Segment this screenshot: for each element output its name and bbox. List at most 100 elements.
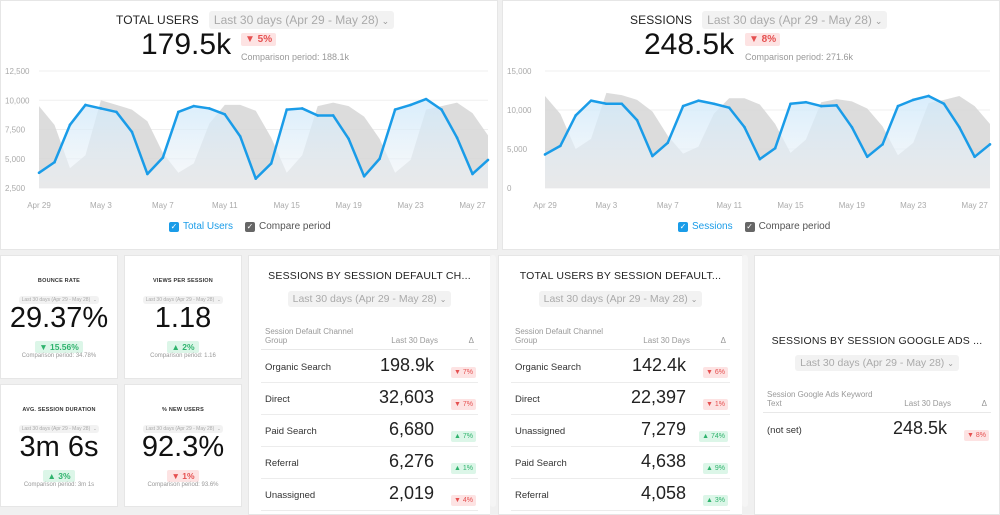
y-tick-label: 10,000 [507,106,532,115]
data-point [146,172,149,176]
delta-badge: ▼ 7% [451,367,476,378]
column-header[interactable]: Δ [721,336,726,345]
x-tick-label: May 23 [397,201,424,210]
table-row[interactable]: Organic Search 198.9k ▼ 7% [261,351,478,383]
data-point [285,108,289,111]
row-value: 6,276 [388,451,434,471]
date-range-dropdown[interactable]: Last 30 days (Apr 29 - May 28) ⌄ [208,11,395,29]
column-header[interactable]: Δ [982,399,987,408]
delta-badge: ▲ 74% [699,431,728,442]
data-point [208,107,211,110]
data-point [727,106,731,109]
data-point [988,143,992,146]
delta-badge: ▲ 3% [703,495,728,506]
column-header[interactable]: Last 30 Days [643,336,690,345]
date-range-dropdown[interactable]: Last 30 days (Apr 29 - May 28) ⌄ [795,355,959,371]
x-tick-label: May 7 [152,201,174,210]
row-label: Direct [515,394,540,405]
row-label: Paid Search [265,426,317,437]
legend-item-total-users[interactable]: ✓ Total Users [169,221,233,232]
data-point [589,99,593,102]
legend-label: Total Users [183,221,234,232]
data-point [53,160,56,164]
data-point [68,123,72,127]
delta-badge: ▼ 5% [241,33,277,46]
kpi-card-bounce-rate: BOUNCE RATE Last 30 days (Apr 29 - May 2… [0,255,118,379]
data-point [316,114,319,117]
data-point [161,156,165,159]
comparison-text: Comparison period: 1.16 [150,353,216,359]
column-header[interactable]: Session Google Ads Keyword Text [767,390,877,408]
row-value: 4,058 [640,483,686,503]
x-tick-label: May 15 [274,201,301,210]
table-row[interactable]: Direct 22,397 ▼ 1% [511,383,730,415]
y-tick-label: 2,500 [5,184,26,193]
y-tick-label: 5,000 [5,155,26,164]
legend-label: Compare period [758,221,831,232]
table-row[interactable]: Direct 32,603 ▼ 7% [261,383,478,415]
table-row[interactable]: (not set) 248.5k ▼ 8% [763,414,991,446]
column-header[interactable]: Δ [469,336,474,345]
row-value: 4,638 [640,451,686,471]
table-row[interactable]: Referral 6,276 ▲ 1% [261,447,478,479]
date-range-label: Last 30 days (Apr 29 - May 28) [543,293,688,305]
data-point [378,157,381,161]
data-point [666,141,670,145]
data-point [223,112,227,116]
delta-badge: ▼ 8% [964,430,989,441]
legend-item-compare-period[interactable]: ✓ Compare period [744,221,831,232]
x-tick-label: Apr 29 [533,201,557,210]
date-range-label: Last 30 days (Apr 29 - May 28) [213,13,379,27]
data-point [789,102,792,106]
legend-item-compare-period[interactable]: ✓ Compare period [245,221,331,232]
data-point [347,137,350,141]
x-tick-label: May 27 [962,201,989,210]
column-header[interactable]: Session Default Channel Group [515,327,625,345]
x-tick-label: May 27 [459,201,486,210]
data-point [773,146,777,150]
x-tick-label: Apr 29 [27,201,51,210]
checkbox-checked-icon: ✓ [245,221,256,232]
data-point [850,125,854,129]
table-row[interactable]: Paid Search 4,638 ▲ 9% [511,447,730,479]
data-point [942,102,946,106]
delta-badge: ▲ 2% [167,341,199,353]
sessions-by-ads-keyword-table: SESSIONS BY SESSION GOOGLE ADS ... Last … [754,255,1000,515]
table-row[interactable]: Unassigned 7,279 ▲ 74% [511,415,730,447]
date-range-dropdown[interactable]: Last 30 days (Apr 29 - May 28) ⌄ [538,291,703,307]
x-tick-label: May 3 [90,201,112,210]
y-tick-label: 7,500 [5,126,26,135]
sessions-by-channel-table: SESSIONS BY SESSION DEFAULT CH... Last 3… [248,255,490,515]
data-point [804,100,808,104]
row-label: Organic Search [265,362,332,373]
date-range-dropdown[interactable]: Last 30 days (Apr 29 - May 28) ⌄ [702,11,888,29]
data-point [865,155,869,159]
kpi-value: 1.18 [154,302,212,334]
chevron-down-icon: ⌄ [690,295,698,304]
y-tick-label: 12,500 [5,67,30,76]
column-header[interactable]: Last 30 Days [391,336,438,345]
data-point [881,143,884,146]
date-range-label: Last 30 days (Apr 29 - May 28) [800,357,945,369]
row-value: 7,279 [640,419,686,439]
data-point [543,153,547,156]
row-value: 6,680 [388,419,434,439]
legend-item-sessions[interactable]: ✓ Sessions [678,221,733,232]
data-point [896,104,900,108]
row-label: Referral [265,458,299,469]
table-row[interactable]: Organic Search 142.4k ▼ 6% [511,351,730,383]
y-tick-label: 5,000 [507,145,528,154]
date-range-dropdown[interactable]: Last 30 days (Apr 29 - May 28) ⌄ [287,291,452,307]
row-label: Unassigned [265,490,316,501]
table-row[interactable]: Unassigned 2,019 ▼ 4% [261,479,478,511]
table-row[interactable]: Paid Search 6,680 ▲ 7% [261,415,478,447]
delta-badge: ▼ 7% [451,399,476,410]
data-point [712,102,716,106]
scrollbar[interactable] [742,255,748,507]
column-header[interactable]: Session Default Channel Group [265,327,375,345]
column-header[interactable]: Last 30 Days [904,399,951,408]
scrollbar[interactable] [490,255,496,507]
metric-value: 248.5k [644,28,735,61]
table-row[interactable]: Referral 4,058 ▲ 3% [511,479,730,511]
y-tick-label: 0 [507,184,512,193]
